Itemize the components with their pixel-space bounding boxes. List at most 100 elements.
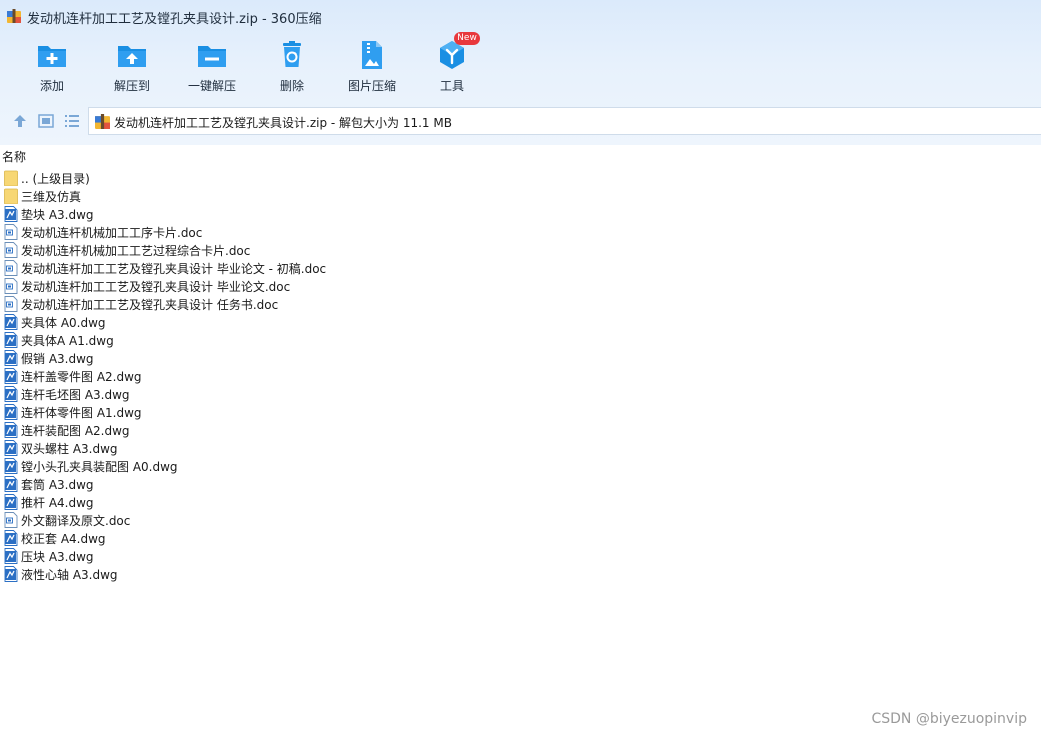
list-view-icon[interactable] [63,112,81,130]
watermark: CSDN @biyezuopinvip [871,711,1027,727]
image-compress-label: 图片压缩 [347,79,396,93]
column-header: 名称 [0,145,1041,167]
address-bar[interactable]: 发动机连杆加工工艺及镗孔夹具设计.zip - 解包大小为 11.1 MB [88,107,1041,135]
add-label: 添加 [39,79,64,93]
new-badge: New [454,32,480,45]
file-name: 推杆 A4.dwg [21,496,94,510]
top-chrome: 发动机连杆加工工艺及镗孔夹具设计.zip - 360压缩 添加 解压到 一键解压… [0,0,1041,145]
file-row[interactable]: 外文翻译及原文.doc [0,511,1041,529]
dwg-file-icon [4,314,18,330]
image-compress-icon [362,41,382,69]
file-name: 垫块 A3.dwg [21,208,94,222]
dwg-file-icon [4,440,18,456]
toolbar: 添加 解压到 一键解压 删除 图片压缩 New 工具 [0,32,1041,100]
folder-icon [4,170,18,186]
file-row[interactable]: 双头螺柱 A3.dwg [0,439,1041,457]
doc-file-icon [4,512,18,528]
file-row[interactable]: 连杆毛坯图 A3.dwg [0,385,1041,403]
dwg-file-icon [4,494,18,510]
file-name: 发动机连杆加工工艺及镗孔夹具设计 任务书.doc [21,298,279,312]
dwg-file-icon [4,386,18,402]
file-name: 液性心轴 A3.dwg [21,568,118,582]
thumbnail-view-icon[interactable] [37,112,55,130]
file-name: 压块 A3.dwg [21,550,94,564]
file-name: 三维及仿真 [21,190,82,204]
file-row[interactable]: 发动机连杆加工工艺及镗孔夹具设计 毕业论文 - 初稿.doc [0,259,1041,277]
file-name: 发动机连杆加工工艺及镗孔夹具设计 毕业论文 - 初稿.doc [21,262,327,276]
doc-file-icon [4,242,18,258]
file-row[interactable]: 夹具体 A0.dwg [0,313,1041,331]
file-row[interactable]: 假销 A3.dwg [0,349,1041,367]
extract-to-label: 解压到 [113,79,150,93]
file-row[interactable]: 连杆装配图 A2.dwg [0,421,1041,439]
file-name: 双头螺柱 A3.dwg [21,442,118,456]
dwg-file-icon [4,548,18,564]
file-row[interactable]: 压块 A3.dwg [0,547,1041,565]
file-name: 连杆盖零件图 A2.dwg [21,370,142,384]
tools-label: 工具 [439,79,464,93]
file-row[interactable]: 发动机连杆加工工艺及镗孔夹具设计 毕业论文.doc [0,277,1041,295]
dwg-file-icon [4,566,18,582]
file-name: 发动机连杆加工工艺及镗孔夹具设计 毕业论文.doc [21,280,291,294]
file-row[interactable]: 三维及仿真 [0,187,1041,205]
file-name: 外文翻译及原文.doc [21,514,131,528]
add-button[interactable]: 添加 [12,36,92,98]
file-name: 镗小头孔夹具装配图 A0.dwg [21,460,178,474]
extract-to-folder-icon [118,46,146,67]
file-name: 发动机连杆机械加工工序卡片.doc [21,226,203,240]
dwg-file-icon [4,332,18,348]
dwg-file-icon [4,476,18,492]
image-compress-button[interactable]: 图片压缩 [332,36,412,98]
doc-file-icon [4,224,18,240]
file-name: 连杆装配图 A2.dwg [21,424,130,438]
file-row[interactable]: 发动机连杆机械加工工艺过程综合卡片.doc [0,241,1041,259]
dwg-file-icon [4,530,18,546]
file-row[interactable]: .. (上级目录) [0,169,1041,187]
file-name: 夹具体 A0.dwg [21,316,106,330]
file-row[interactable]: 液性心轴 A3.dwg [0,565,1041,583]
dwg-file-icon [4,458,18,474]
up-arrow-icon[interactable] [11,112,29,130]
file-name: 套筒 A3.dwg [21,478,94,492]
extract-to-button[interactable]: 解压到 [92,36,172,98]
recycle-bin-icon [283,41,301,67]
tools-button[interactable]: New 工具 [412,32,492,98]
doc-file-icon [4,296,18,312]
file-row[interactable]: 连杆体零件图 A1.dwg [0,403,1041,421]
file-row[interactable]: 连杆盖零件图 A2.dwg [0,367,1041,385]
archive-app-icon [7,9,21,23]
delete-button[interactable]: 删除 [252,36,332,98]
folder-icon [4,188,18,204]
address-text: 发动机连杆加工工艺及镗孔夹具设计.zip - 解包大小为 11.1 MB [114,116,452,130]
window-title: 发动机连杆加工工艺及镗孔夹具设计.zip - 360压缩 [27,12,322,27]
title-bar: 发动机连杆加工工艺及镗孔夹具设计.zip - 360压缩 [0,0,1041,34]
file-row[interactable]: 夹具体A A1.dwg [0,331,1041,349]
file-row[interactable]: 垫块 A3.dwg [0,205,1041,223]
file-name: 连杆毛坯图 A3.dwg [21,388,130,402]
file-name: .. (上级目录) [21,172,90,186]
file-row[interactable]: 发动机连杆加工工艺及镗孔夹具设计 任务书.doc [0,295,1041,313]
file-row[interactable]: 校正套 A4.dwg [0,529,1041,547]
file-name: 假销 A3.dwg [21,352,94,366]
one-click-extract-button[interactable]: 一键解压 [172,36,252,98]
file-list: .. (上级目录) 三维及仿真垫块 A3.dwg 发动机连杆机械加工工序卡片.doc… [0,169,1041,583]
file-row[interactable]: 套筒 A3.dwg [0,475,1041,493]
dwg-file-icon [4,368,18,384]
file-row[interactable]: 发动机连杆机械加工工序卡片.doc [0,223,1041,241]
one-click-extract-label: 一键解压 [187,79,236,93]
dwg-file-icon [4,404,18,420]
doc-file-icon [4,278,18,294]
file-row[interactable]: 镗小头孔夹具装配图 A0.dwg [0,457,1041,475]
doc-file-icon [4,260,18,276]
one-click-extract-icon [198,46,226,67]
dwg-file-icon [4,422,18,438]
file-name: 夹具体A A1.dwg [21,334,114,348]
name-column-header[interactable]: 名称 [2,148,26,165]
archive-file-icon [95,114,110,129]
delete-label: 删除 [279,79,304,93]
add-folder-icon [38,46,66,67]
dwg-file-icon [4,206,18,222]
dwg-file-icon [4,350,18,366]
file-row[interactable]: 推杆 A4.dwg [0,493,1041,511]
address-row: 发动机连杆加工工艺及镗孔夹具设计.zip - 解包大小为 11.1 MB [0,106,1041,136]
